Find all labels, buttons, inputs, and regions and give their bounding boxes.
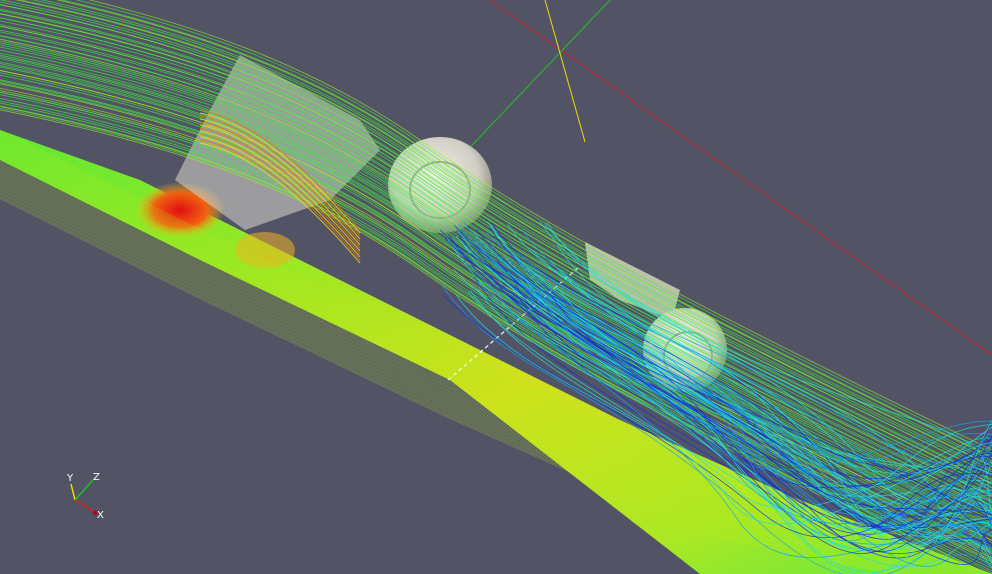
triad-y-axis	[70, 483, 76, 501]
streamline-scene[interactable]	[0, 0, 992, 574]
upper-streamline	[0, 94, 992, 565]
triad-z-axis	[74, 479, 94, 501]
scene-z-axis-line	[457, 0, 611, 161]
triad-x-label: X	[97, 510, 104, 521]
render-viewport[interactable]: X Y Z	[0, 0, 992, 574]
upper-streamline	[0, 20, 992, 492]
upper-streamline	[0, 82, 992, 553]
upper-streamline	[0, 90, 992, 561]
triad-z-label: Z	[93, 472, 100, 483]
triad-x-axis	[74, 499, 96, 513]
upper-streamline	[0, 24, 992, 495]
scene-y-axis-line	[544, 0, 586, 143]
upper-streamline	[0, 25, 992, 497]
upper-streamline	[0, 66, 992, 538]
upper-streamline	[0, 25, 992, 497]
streamlines	[0, 0, 992, 574]
orientation-axes-widget: X Y Z	[66, 472, 104, 521]
triad-y-label: Y	[66, 473, 74, 484]
upper-streamline	[0, 83, 992, 555]
